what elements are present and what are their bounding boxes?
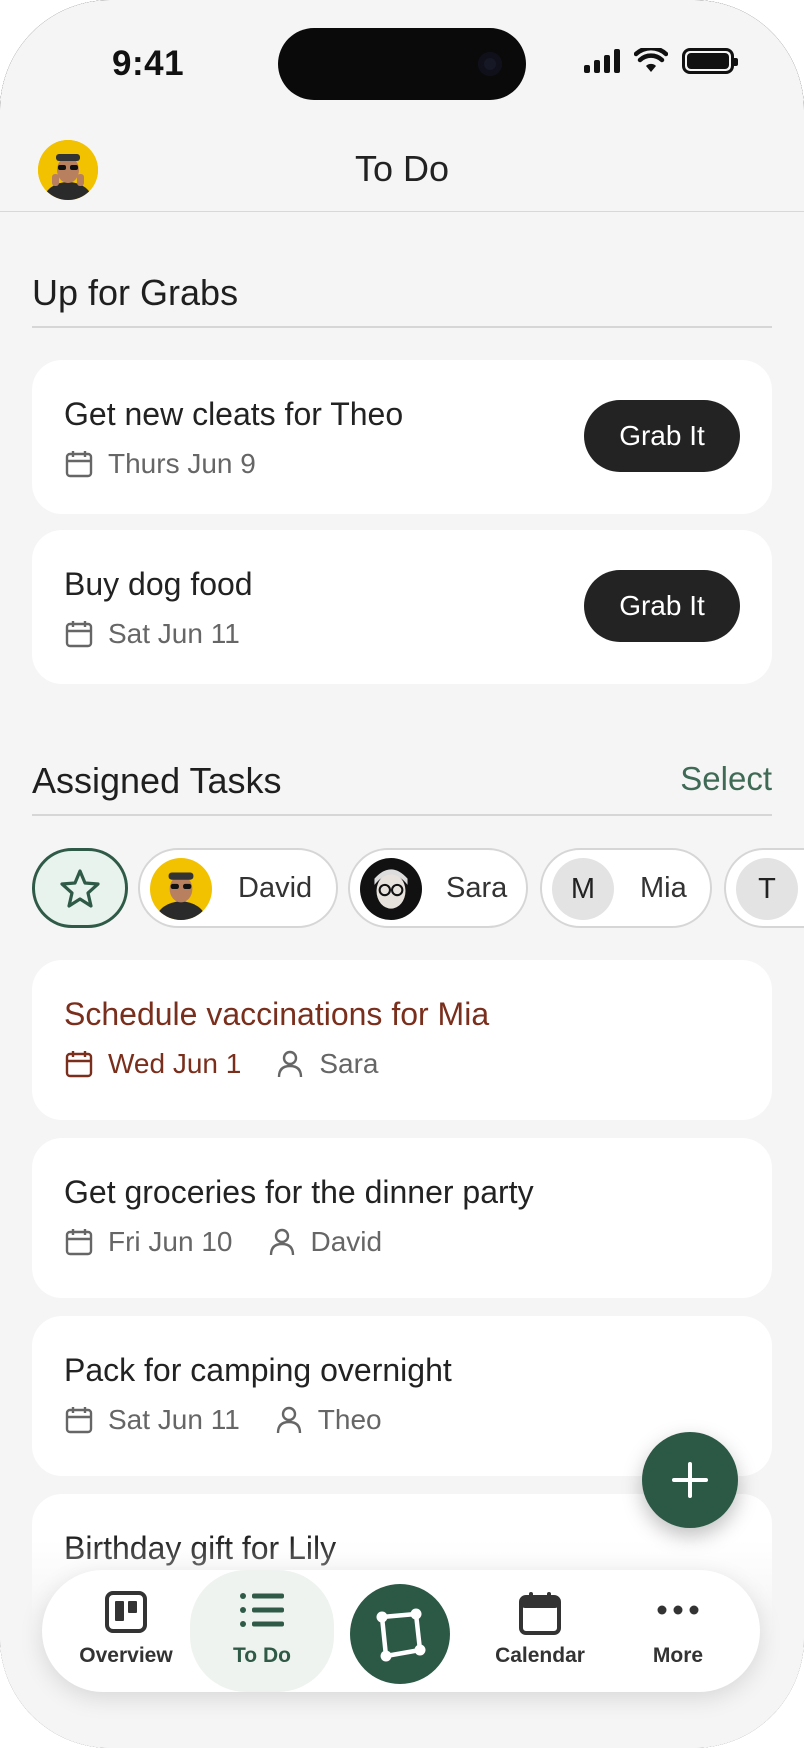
grab-it-button[interactable]: Grab It xyxy=(584,570,740,642)
avatar xyxy=(360,858,422,920)
task-title: Buy dog food xyxy=(64,566,253,602)
top-bar: To Do xyxy=(0,130,804,212)
nav-more[interactable]: More xyxy=(608,1570,748,1692)
up-for-grabs-header: Up for Grabs xyxy=(32,258,772,328)
task-date: Sat Jun 11 xyxy=(108,618,240,649)
page-title: To Do xyxy=(354,148,450,189)
nav-label: Overview xyxy=(79,1644,173,1667)
status-time: 9:41 xyxy=(112,44,185,83)
task-title: Pack for camping overnight xyxy=(64,1352,452,1388)
person-icon xyxy=(278,1050,303,1078)
filter-chip-label: Mia xyxy=(640,872,687,904)
filter-chip-label: Sara xyxy=(446,872,508,904)
section-title: Up for Grabs xyxy=(32,272,239,313)
avatar: T xyxy=(736,858,798,920)
task-assignee: Theo xyxy=(317,1404,382,1435)
nav-todo[interactable]: To Do xyxy=(190,1570,334,1692)
filter-chip-theo[interactable]: T xyxy=(724,848,804,928)
status-icons xyxy=(584,48,738,74)
polygon-icon xyxy=(376,1608,426,1662)
signal-icon xyxy=(584,49,620,73)
task-date: Sat Jun 11 xyxy=(108,1404,240,1435)
favorites-filter-chip[interactable] xyxy=(32,848,128,928)
nav-calendar[interactable]: Calendar xyxy=(470,1570,610,1692)
star-icon xyxy=(60,869,100,908)
task-card[interactable]: Schedule vaccinations for Mia Wed Jun 1 … xyxy=(32,960,772,1120)
nav-overview[interactable]: Overview xyxy=(56,1570,196,1692)
task-assignee: David xyxy=(310,1226,383,1257)
nav-label: Calendar xyxy=(495,1644,585,1667)
bottom-nav: Overview To Do Calendar More xyxy=(42,1570,760,1692)
nav-label: More xyxy=(652,1644,704,1667)
avatar xyxy=(150,858,212,920)
task-assignee: Sara xyxy=(319,1048,379,1079)
task-title: Schedule vaccinations for Mia xyxy=(64,996,490,1032)
task-meta: Sat Jun 11 xyxy=(64,618,240,650)
battery-icon xyxy=(682,48,738,74)
task-title: Get groceries for the dinner party xyxy=(64,1174,534,1210)
assigned-tasks-header: Assigned Tasks Select xyxy=(32,746,772,816)
list-icon xyxy=(240,1593,284,1627)
calendar-icon xyxy=(65,1051,93,1078)
task-meta: Fri Jun 10 David xyxy=(64,1226,382,1258)
task-card[interactable]: Get groceries for the dinner party Fri J… xyxy=(32,1138,772,1298)
grab-card[interactable]: Get new cleats for Theo Thurs Jun 9 Grab… xyxy=(32,360,772,514)
task-date: Thurs Jun 9 xyxy=(108,448,256,479)
task-title: Get new cleats for Theo xyxy=(64,396,404,432)
phone-frame: 9:41 To Do Up for Grabs Get new cleats f… xyxy=(0,0,804,1748)
add-task-button[interactable] xyxy=(642,1432,738,1528)
calendar-icon xyxy=(65,1229,93,1256)
calendar-icon xyxy=(65,1407,93,1434)
camera-icon xyxy=(478,52,502,76)
person-icon xyxy=(269,1228,294,1256)
select-button[interactable]: Select xyxy=(680,760,772,798)
assignee-filter-row: David Sara M Mia T xyxy=(32,848,804,928)
person-icon xyxy=(276,1406,301,1434)
calendar-icon xyxy=(65,451,93,478)
task-date: Wed Jun 1 xyxy=(108,1048,242,1079)
grab-it-button[interactable]: Grab It xyxy=(584,400,740,472)
task-date: Fri Jun 10 xyxy=(108,1226,233,1257)
calendar-icon xyxy=(519,1592,561,1635)
section-title: Assigned Tasks xyxy=(32,760,282,801)
task-meta: Thurs Jun 9 xyxy=(64,448,256,480)
grab-card[interactable]: Buy dog food Sat Jun 11 Grab It xyxy=(32,530,772,684)
filter-chip-mia[interactable]: M Mia xyxy=(540,848,712,928)
calendar-icon xyxy=(65,621,93,648)
filter-chip-sara[interactable]: Sara xyxy=(348,848,528,928)
wifi-icon xyxy=(634,48,668,72)
task-meta: Wed Jun 1 Sara xyxy=(64,1048,379,1080)
filter-chip-label: David xyxy=(238,872,313,904)
dynamic-island xyxy=(278,28,526,100)
screen: 9:41 To Do Up for Grabs Get new cleats f… xyxy=(0,0,804,1748)
board-icon xyxy=(105,1591,147,1633)
nav-center-button[interactable] xyxy=(350,1584,450,1684)
avatar: M xyxy=(552,858,614,920)
nav-label: To Do xyxy=(233,1644,291,1667)
status-bar: 9:41 xyxy=(0,0,804,120)
filter-chip-david[interactable]: David xyxy=(138,848,338,928)
task-meta: Sat Jun 11 Theo xyxy=(64,1404,382,1436)
more-icon xyxy=(657,1605,699,1615)
